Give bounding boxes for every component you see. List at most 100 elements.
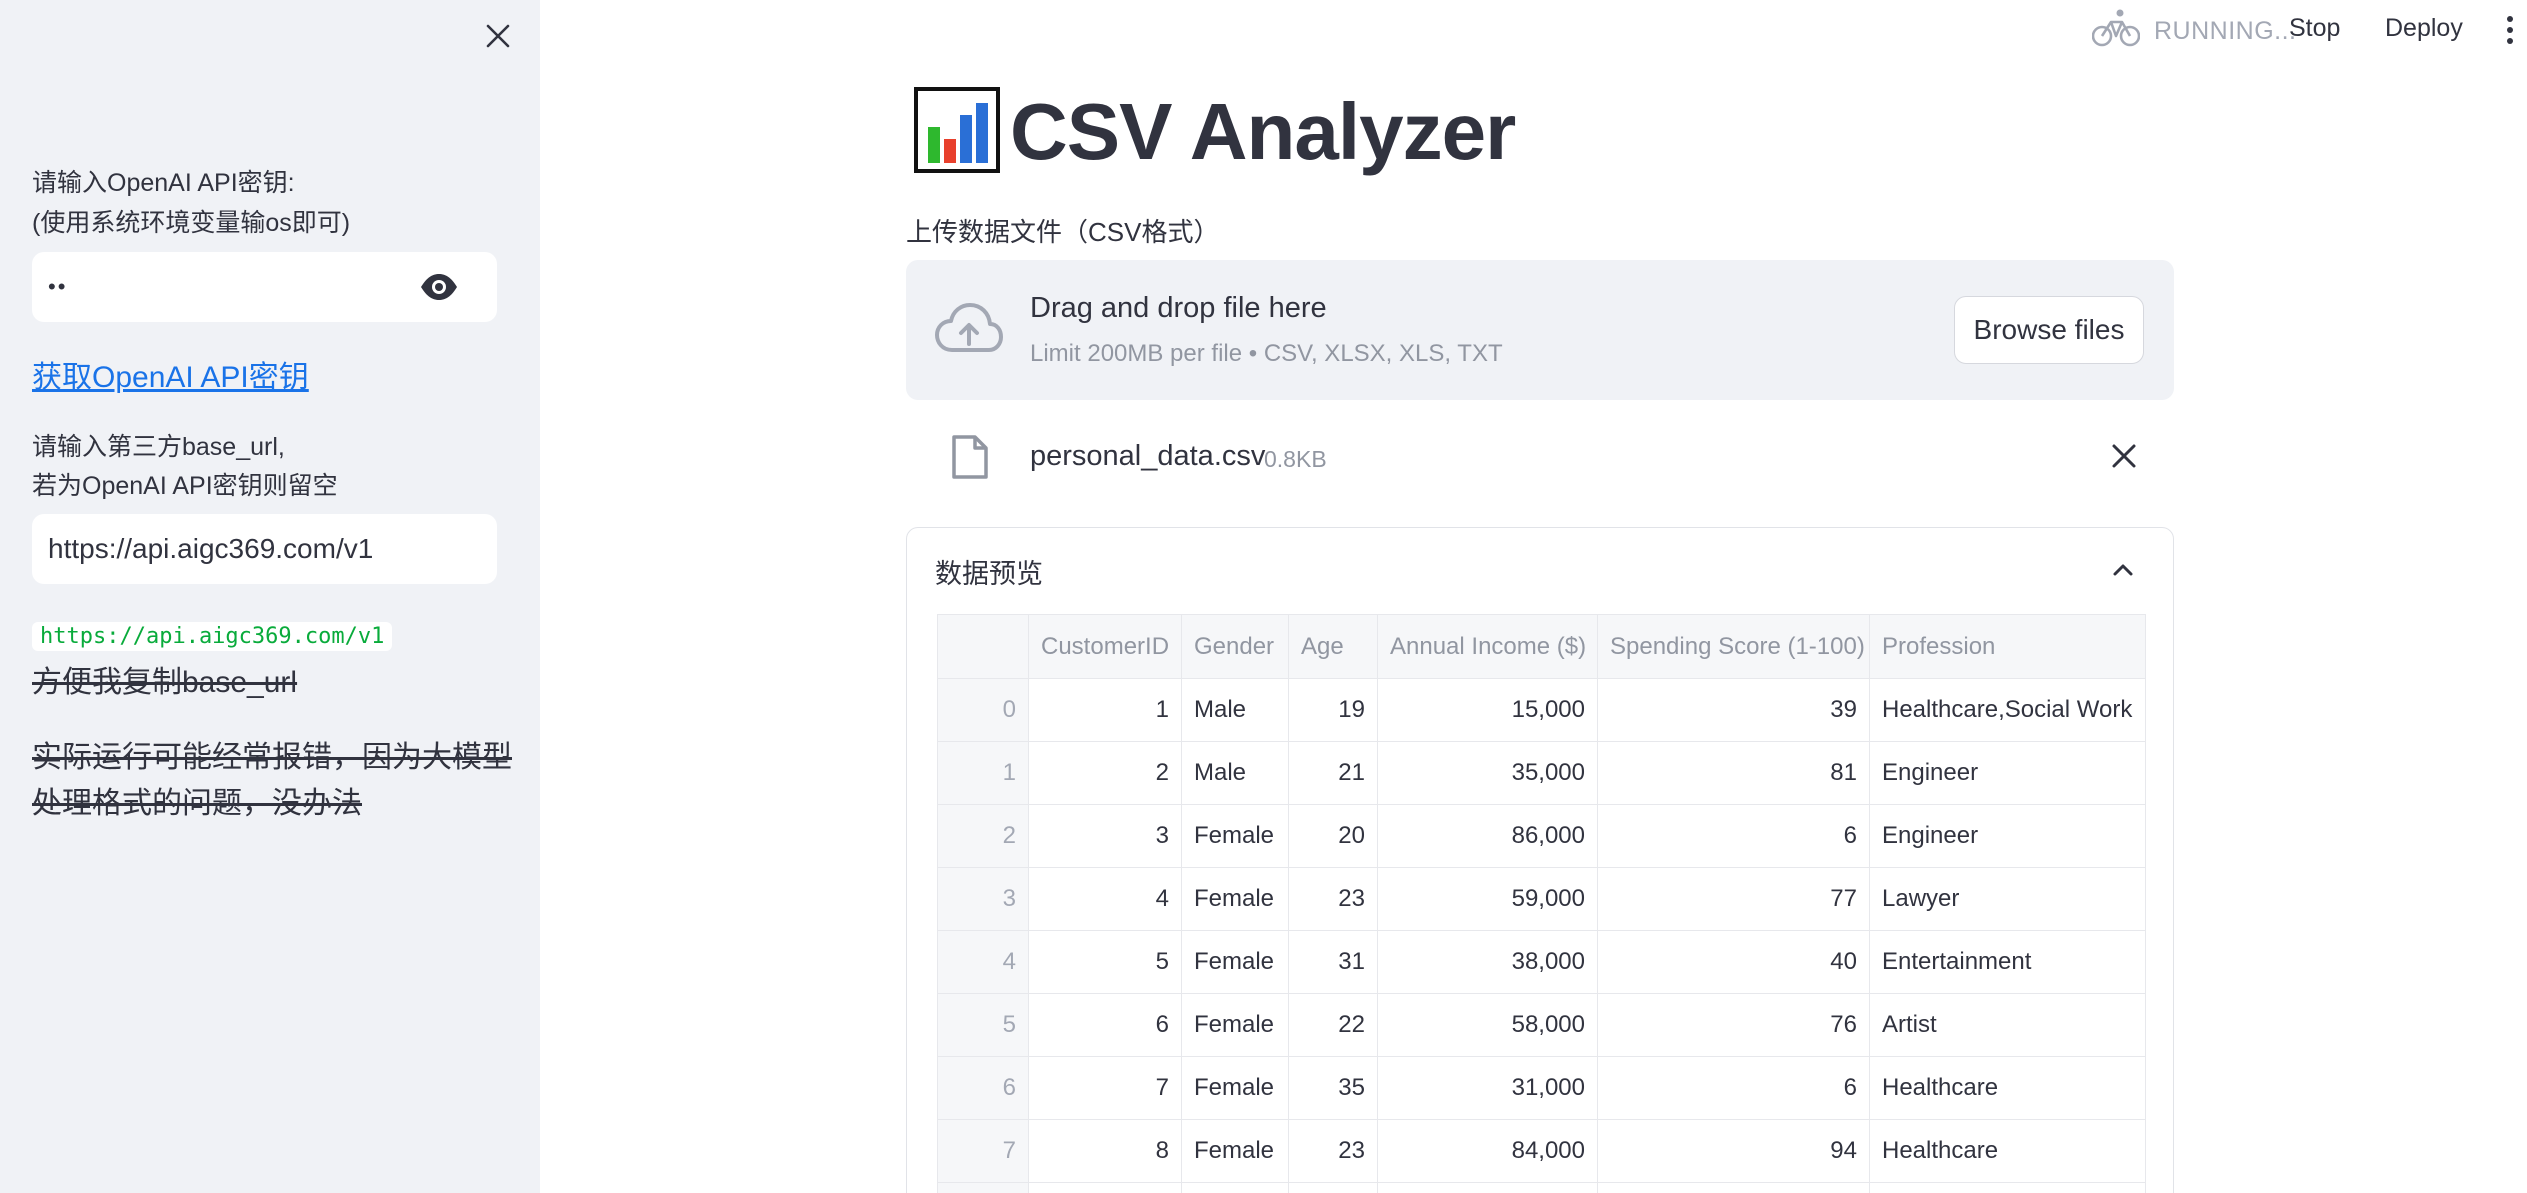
table-cell[interactable]: Healthcare xyxy=(1869,1119,2146,1183)
table-cell[interactable]: 15,000 xyxy=(1377,678,1598,742)
table-cell[interactable] xyxy=(1869,1182,2146,1193)
file-dropzone[interactable]: Drag and drop file here Limit 200MB per … xyxy=(906,260,2174,400)
table-cell[interactable]: Male xyxy=(1181,678,1289,742)
table-cell[interactable]: 23 xyxy=(1288,1119,1378,1183)
eye-icon[interactable] xyxy=(419,269,459,305)
table-cell[interactable]: 94 xyxy=(1597,1119,1870,1183)
table-cell[interactable]: 39 xyxy=(1597,678,1870,742)
table-cell[interactable] xyxy=(1028,1182,1182,1193)
table-cell[interactable]: Entertainment xyxy=(1869,930,2146,994)
table-cell[interactable]: Female xyxy=(1181,930,1289,994)
column-header[interactable] xyxy=(937,614,1029,679)
kebab-menu-icon[interactable] xyxy=(2500,10,2520,50)
table-cell[interactable]: 38,000 xyxy=(1377,930,1598,994)
table-cell[interactable]: 5 xyxy=(1028,930,1182,994)
table-header-row: CustomerID Gender Age Annual Income ($) … xyxy=(937,614,2146,679)
table-cell[interactable]: 40 xyxy=(1597,930,1870,994)
table-cell[interactable]: 31,000 xyxy=(1377,1056,1598,1120)
table-cell[interactable]: 8 xyxy=(1028,1119,1182,1183)
table-cell[interactable]: Female xyxy=(1181,1056,1289,1120)
table-cell[interactable] xyxy=(1597,1182,1870,1193)
table-cell[interactable]: Female xyxy=(1181,993,1289,1057)
table-cell[interactable]: 3 xyxy=(1028,804,1182,868)
table-cell[interactable]: 20 xyxy=(1288,804,1378,868)
column-header[interactable]: Gender xyxy=(1181,614,1289,679)
table-cell[interactable]: Engineer xyxy=(1869,804,2146,868)
table-cell[interactable]: Healthcare,Social Work xyxy=(1869,678,2146,742)
deploy-button[interactable]: Deploy xyxy=(2385,14,2463,43)
table-cell[interactable]: 81 xyxy=(1597,741,1870,805)
bar-chart-icon xyxy=(914,86,1000,178)
row-index-cell[interactable]: 0 xyxy=(937,678,1029,742)
row-index-cell[interactable]: 4 xyxy=(937,930,1029,994)
table-cell[interactable]: Engineer xyxy=(1869,741,2146,805)
browse-files-button[interactable]: Browse files xyxy=(1954,296,2144,364)
table-cell[interactable]: 22 xyxy=(1288,993,1378,1057)
column-header[interactable]: Spending Score (1-100) xyxy=(1597,614,1870,679)
api-key-input[interactable]: •• xyxy=(32,252,497,322)
table-cell[interactable]: 76 xyxy=(1597,993,1870,1057)
table-cell[interactable]: 4 xyxy=(1028,867,1182,931)
table-cell[interactable]: Female xyxy=(1181,1119,1289,1183)
data-table[interactable]: CustomerID Gender Age Annual Income ($) … xyxy=(937,614,2146,1193)
table-row[interactable]: 8 xyxy=(937,1182,2146,1193)
table-cell[interactable]: 19 xyxy=(1288,678,1378,742)
table-cell[interactable]: 35,000 xyxy=(1377,741,1598,805)
row-index-cell[interactable]: 2 xyxy=(937,804,1029,868)
api-key-label-line2: (使用系统环境变量输os即可) xyxy=(32,209,351,237)
table-cell[interactable]: Healthcare xyxy=(1869,1056,2146,1120)
table-row[interactable]: 6 7 Female 35 31,000 6 Healthcare xyxy=(937,1056,2146,1120)
stop-button[interactable]: Stop xyxy=(2289,14,2340,43)
row-index-cell[interactable]: 7 xyxy=(937,1119,1029,1183)
table-cell[interactable] xyxy=(1288,1182,1378,1193)
table-row[interactable]: 2 3 Female 20 86,000 6 Engineer xyxy=(937,804,2146,868)
table-cell[interactable]: 59,000 xyxy=(1377,867,1598,931)
table-row[interactable]: 1 2 Male 21 35,000 81 Engineer xyxy=(937,741,2146,805)
table-cell[interactable]: Artist xyxy=(1869,993,2146,1057)
table-cell[interactable]: 77 xyxy=(1597,867,1870,931)
row-index-cell[interactable]: 6 xyxy=(937,1056,1029,1120)
table-cell[interactable]: 58,000 xyxy=(1377,993,1598,1057)
column-header[interactable]: Profession xyxy=(1869,614,2146,679)
table-row[interactable]: 3 4 Female 23 59,000 77 Lawyer xyxy=(937,867,2146,931)
table-cell[interactable]: 6 xyxy=(1028,993,1182,1057)
row-index-cell[interactable]: 8 xyxy=(937,1182,1029,1193)
table-row[interactable]: 5 6 Female 22 58,000 76 Artist xyxy=(937,993,2146,1057)
table-row[interactable]: 0 1 Male 19 15,000 39 Healthcare,Social Work xyxy=(937,678,2146,742)
table-cell[interactable] xyxy=(1181,1182,1289,1193)
base-url-input[interactable]: https://api.aigc369.com/v1 xyxy=(32,514,497,584)
chevron-up-icon[interactable] xyxy=(2107,554,2139,586)
table-cell[interactable] xyxy=(1377,1182,1598,1193)
row-index-cell[interactable]: 1 xyxy=(937,741,1029,805)
close-icon[interactable] xyxy=(2106,438,2142,474)
row-index-cell[interactable]: 3 xyxy=(937,867,1029,931)
table-cell[interactable]: 31 xyxy=(1288,930,1378,994)
running-status: RUNNING... xyxy=(2091,8,2297,55)
column-header[interactable]: CustomerID xyxy=(1028,614,1182,679)
table-cell[interactable]: 7 xyxy=(1028,1056,1182,1120)
table-cell[interactable]: 35 xyxy=(1288,1056,1378,1120)
api-key-link[interactable]: 获取OpenAI API密钥 xyxy=(32,352,309,396)
table-row[interactable]: 7 8 Female 23 84,000 94 Healthcare xyxy=(937,1119,2146,1183)
table-cell[interactable]: 2 xyxy=(1028,741,1182,805)
table-cell[interactable]: 84,000 xyxy=(1377,1119,1598,1183)
table-cell[interactable]: 6 xyxy=(1597,1056,1870,1120)
table-cell[interactable]: 86,000 xyxy=(1377,804,1598,868)
table-cell[interactable]: 6 xyxy=(1597,804,1870,868)
table-cell[interactable]: Female xyxy=(1181,804,1289,868)
row-index-cell[interactable]: 5 xyxy=(937,993,1029,1057)
table-cell[interactable]: Lawyer xyxy=(1869,867,2146,931)
table-cell[interactable]: Female xyxy=(1181,867,1289,931)
sidebar-close-icon[interactable] xyxy=(478,16,518,56)
table-cell[interactable]: 1 xyxy=(1028,678,1182,742)
table-cell[interactable]: 23 xyxy=(1288,867,1378,931)
data-preview-label[interactable]: 数据预览 xyxy=(935,552,1043,591)
file-name: personal_data.csv xyxy=(1030,440,1266,472)
app-title: CSV Analyzer xyxy=(1010,87,1516,176)
table-cell[interactable]: 21 xyxy=(1288,741,1378,805)
file-size: 0.8KB xyxy=(1264,446,1327,472)
column-header[interactable]: Annual Income ($) xyxy=(1377,614,1598,679)
table-cell[interactable]: Male xyxy=(1181,741,1289,805)
table-row[interactable]: 4 5 Female 31 38,000 40 Entertainment xyxy=(937,930,2146,994)
column-header[interactable]: Age xyxy=(1288,614,1378,679)
